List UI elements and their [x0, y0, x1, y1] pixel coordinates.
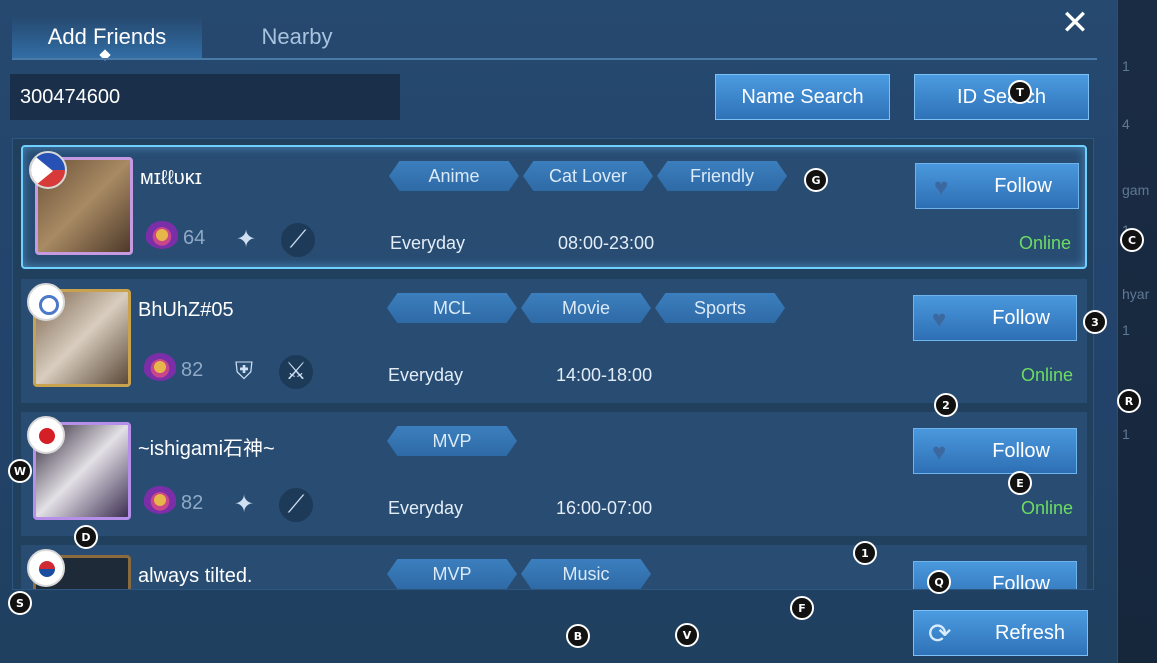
search-input[interactable]: [10, 74, 400, 120]
online-status: Online: [1018, 233, 1071, 253]
heart-icon: ♥: [932, 306, 947, 333]
rank-medal-icon: [145, 221, 179, 249]
follow-label: Follow: [992, 306, 1050, 329]
side-fragment: 1: [1122, 322, 1130, 338]
taiwan-flag-icon: [27, 283, 65, 321]
player-name: ᴍɪℓℓᴜᴋɪ: [140, 167, 202, 189]
tag: MCL: [387, 293, 517, 323]
side-fragment: 1: [1122, 58, 1130, 74]
heart-icon: ♥: [934, 174, 949, 201]
player-name: ~ishigami石神~: [138, 438, 275, 460]
follow-label: Follow: [994, 174, 1052, 197]
schedule-days: Everyday: [390, 233, 466, 253]
assassin-role-icon: ✦: [233, 491, 255, 518]
assassin-role-icon: ✦: [235, 226, 257, 253]
hint-marker: 1: [853, 541, 877, 565]
id-search-button[interactable]: ID Search: [914, 74, 1089, 120]
side-fragment: hyar: [1122, 286, 1150, 302]
tank-role-icon: ⛨: [235, 358, 253, 385]
player-name: BhUhZ#05: [138, 299, 234, 321]
tag: Cat Lover: [523, 161, 653, 191]
tag: Music: [521, 559, 651, 589]
philippines-flag-icon: [29, 151, 67, 189]
refresh-button[interactable]: ⟳ Refresh: [913, 610, 1088, 656]
japan-flag-icon: [27, 416, 65, 454]
follow-button[interactable]: ♥ Follow: [915, 163, 1079, 209]
hint-marker: D: [74, 525, 98, 549]
schedule-hours: 08:00-23:00: [558, 233, 655, 253]
hint-marker: W: [8, 459, 32, 483]
hint-marker: E: [1008, 471, 1032, 495]
tag: Anime: [389, 161, 519, 191]
tag-list: MCL Movie Sports: [387, 293, 785, 323]
side-fragment: gam: [1122, 182, 1150, 198]
korea-flag-icon: [27, 549, 65, 587]
tag-list: Anime Cat Lover Friendly: [389, 161, 787, 191]
tag: Movie: [521, 293, 651, 323]
player-card[interactable]: BhUhZ#05 82 ⛨ ⚔ MCL Movie Sports Everyda…: [21, 279, 1087, 403]
hint-marker: R: [1117, 389, 1141, 413]
tab-nearby[interactable]: Nearby: [212, 16, 382, 58]
tag-list: MVP: [387, 426, 517, 456]
player-level: 82: [181, 359, 204, 381]
tag-list: MVP Music: [387, 559, 651, 589]
heart-icon: ♥: [932, 439, 947, 466]
close-icon[interactable]: ✕: [1058, 6, 1092, 40]
tag: Friendly: [657, 161, 787, 191]
hint-marker: C: [1120, 228, 1144, 252]
hint-marker: B: [566, 624, 590, 648]
hint-marker: S: [8, 591, 32, 615]
player-level: 64: [183, 227, 206, 249]
refresh-label: Refresh: [994, 621, 1065, 644]
hint-marker: 2: [934, 393, 958, 417]
tag: Sports: [655, 293, 785, 323]
side-fragment: 4: [1122, 116, 1130, 132]
follow-label: Follow: [992, 439, 1050, 462]
tab-divider: [12, 58, 1097, 60]
player-card[interactable]: ~ishigami石神~ 82 ✦ ⟋ MVP Everyday 16:00-0…: [21, 412, 1087, 536]
schedule-days: Everyday: [388, 365, 464, 385]
player-name: always tilted.: [138, 565, 253, 587]
hint-marker: T: [1008, 80, 1032, 104]
hint-marker: V: [675, 623, 699, 647]
rank-medal-icon: [143, 486, 177, 514]
fighter-role-icon: ⟋: [279, 488, 313, 522]
schedule-hours: 14:00-18:00: [556, 365, 653, 385]
follow-button[interactable]: ♥ Follow: [913, 295, 1077, 341]
tag: MVP: [387, 426, 517, 456]
hint-marker: G: [804, 168, 828, 192]
refresh-icon: ⟳: [928, 618, 952, 649]
schedule-days: Everyday: [388, 498, 464, 518]
player-level: 82: [181, 492, 204, 514]
tag: MVP: [387, 559, 517, 589]
player-card[interactable]: ᴍɪℓℓᴜᴋɪ 64 ✦ ⟋ Anime Cat Lover Friendly …: [21, 145, 1087, 269]
hint-marker: F: [790, 596, 814, 620]
rank-medal-icon: [143, 353, 177, 381]
schedule-hours: 16:00-07:00: [556, 498, 653, 518]
hint-marker: Q: [927, 570, 951, 594]
follow-button[interactable]: ♥ Follow: [913, 428, 1077, 474]
side-fragment: 1: [1122, 426, 1130, 442]
fighter-role-icon: ⚔: [279, 355, 313, 389]
follow-label: Follow: [992, 572, 1050, 590]
hint-marker: 3: [1083, 310, 1107, 334]
online-status: Online: [1020, 365, 1073, 385]
online-status: Online: [1020, 498, 1073, 518]
player-list[interactable]: ᴍɪℓℓᴜᴋɪ 64 ✦ ⟋ Anime Cat Lover Friendly …: [12, 138, 1094, 590]
name-search-button[interactable]: Name Search: [715, 74, 890, 120]
fighter-role-icon: ⟋: [281, 223, 315, 257]
